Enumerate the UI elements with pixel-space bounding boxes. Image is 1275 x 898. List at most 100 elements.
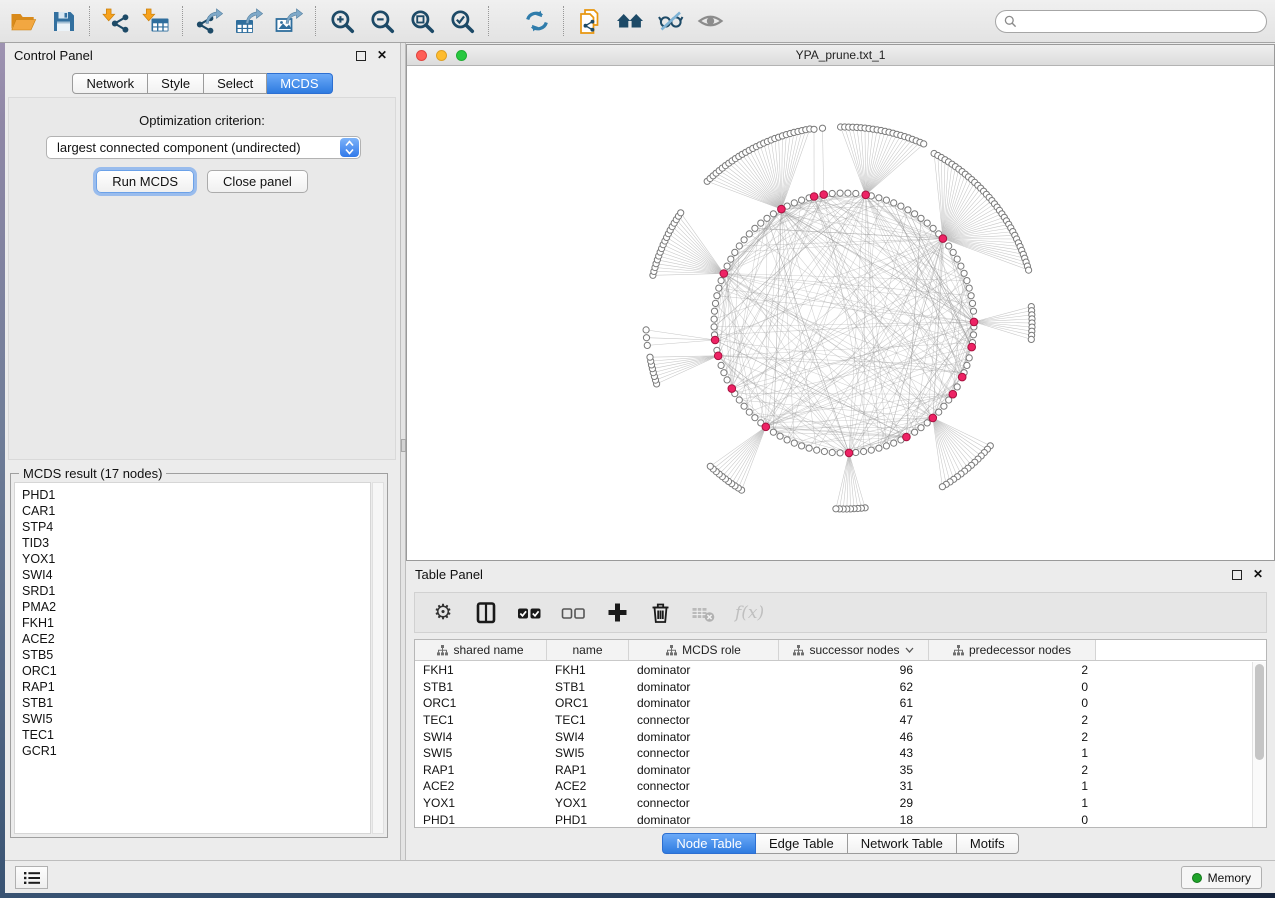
- tab-select[interactable]: Select: [204, 73, 267, 94]
- delete-table-button[interactable]: [691, 600, 716, 626]
- mcds-result-item[interactable]: TID3: [22, 535, 370, 551]
- cell-shared-name: TEC1: [415, 713, 547, 727]
- function-builder-button[interactable]: f(x): [735, 600, 764, 626]
- add-row-button[interactable]: [605, 600, 629, 626]
- memory-button[interactable]: Memory: [1181, 866, 1262, 889]
- column-header-successor-nodes[interactable]: successor nodes: [779, 640, 929, 660]
- zoom-fit-button[interactable]: [407, 6, 437, 36]
- column-header-predecessor-nodes[interactable]: predecessor nodes: [929, 640, 1096, 660]
- window-close-icon[interactable]: [416, 50, 427, 61]
- import-network-button[interactable]: [101, 6, 131, 36]
- mcds-result-item[interactable]: FKH1: [22, 615, 370, 631]
- select-all-button[interactable]: [517, 600, 542, 626]
- tab-network-table[interactable]: Network Table: [848, 833, 957, 854]
- cell-shared-name: SWI5: [415, 746, 547, 760]
- table-row[interactable]: TEC1TEC1connector472: [415, 712, 1252, 729]
- network-window-title: YPA_prune.txt_1: [796, 48, 886, 62]
- open-file-button[interactable]: [8, 6, 38, 36]
- table-row[interactable]: SWI4SWI4dominator462: [415, 728, 1252, 745]
- save-session-button[interactable]: [48, 6, 78, 36]
- mcds-result-item[interactable]: ORC1: [22, 663, 370, 679]
- table-row[interactable]: FKH1FKH1dominator962: [415, 662, 1252, 679]
- cell-shared-name: YOX1: [415, 796, 547, 810]
- control-panel-float-button[interactable]: [356, 51, 366, 61]
- dominator-node: [720, 270, 728, 278]
- show-hide-eye-icon: [697, 8, 724, 34]
- mcds-result-item[interactable]: PHD1: [22, 487, 370, 503]
- mcds-result-item[interactable]: SWI4: [22, 567, 370, 583]
- table-panel-float-button[interactable]: [1232, 570, 1242, 580]
- mcds-result-item[interactable]: CAR1: [22, 503, 370, 519]
- close-panel-button[interactable]: Close panel: [207, 170, 308, 193]
- column-header-mcds-role[interactable]: MCDS role: [629, 640, 779, 660]
- tab-network[interactable]: Network: [72, 73, 148, 94]
- window-minimize-icon[interactable]: [436, 50, 447, 61]
- zoom-selected-button[interactable]: [447, 6, 477, 36]
- table-row[interactable]: ORC1ORC1dominator610: [415, 695, 1252, 712]
- deselect-all-button[interactable]: [561, 600, 586, 626]
- tab-style[interactable]: Style: [148, 73, 204, 94]
- cell-mcds-role: connector: [629, 779, 779, 793]
- tab-mcds[interactable]: MCDS: [267, 73, 332, 94]
- zoom-out-button[interactable]: [367, 6, 397, 36]
- node-table-header: shared namenameMCDS rolesuccessor nodesp…: [415, 640, 1266, 661]
- table-row[interactable]: RAP1RAP1dominator352: [415, 762, 1252, 779]
- tab-node-table[interactable]: Node Table: [662, 833, 756, 854]
- settings-button[interactable]: ⚙: [431, 600, 455, 626]
- optimization-criterion-select[interactable]: largest connected component (undirected): [46, 136, 361, 159]
- mcds-result-item[interactable]: STP4: [22, 519, 370, 535]
- export-table-button[interactable]: [234, 6, 264, 36]
- mcds-result-item[interactable]: YOX1: [22, 551, 370, 567]
- export-image-button[interactable]: [274, 6, 304, 36]
- tab-edge-table[interactable]: Edge Table: [756, 833, 848, 854]
- mcds-result-scrollbar[interactable]: [372, 482, 384, 834]
- dominator-node: [968, 343, 976, 351]
- show-hide-eye-button[interactable]: [695, 6, 725, 36]
- scrollbar-thumb[interactable]: [1255, 664, 1264, 760]
- table-panel-close-button[interactable]: ✕: [1253, 567, 1263, 581]
- cell-predecessor-nodes: 0: [929, 680, 1096, 694]
- table-row[interactable]: ACE2ACE2connector311: [415, 778, 1252, 795]
- toggle-graphics-details-button[interactable]: [655, 6, 685, 36]
- mcds-result-item[interactable]: TEC1: [22, 727, 370, 743]
- mcds-result-item[interactable]: ACE2: [22, 631, 370, 647]
- table-row[interactable]: STB1STB1dominator620: [415, 679, 1252, 696]
- window-zoom-icon[interactable]: [456, 50, 467, 61]
- mcds-result-item[interactable]: SRD1: [22, 583, 370, 599]
- cell-name: SWI5: [547, 746, 629, 760]
- table-row[interactable]: SWI5SWI5connector431: [415, 745, 1252, 762]
- home-button[interactable]: [615, 6, 645, 36]
- mcds-result-item[interactable]: RAP1: [22, 679, 370, 695]
- mcds-result-item[interactable]: SWI5: [22, 711, 370, 727]
- search-input[interactable]: [1022, 12, 1266, 31]
- table-row[interactable]: YOX1YOX1connector291: [415, 795, 1252, 812]
- mcds-result-item[interactable]: STB1: [22, 695, 370, 711]
- run-mcds-button[interactable]: Run MCDS: [96, 170, 194, 193]
- duplicate-network-button[interactable]: [575, 6, 605, 36]
- network-window-titlebar[interactable]: YPA_prune.txt_1: [407, 45, 1274, 66]
- mcds-result-item[interactable]: STB5: [22, 647, 370, 663]
- function-builder-icon: f(x): [735, 603, 764, 623]
- tree-icon: [666, 645, 677, 656]
- tab-motifs[interactable]: Motifs: [957, 833, 1019, 854]
- refresh-button[interactable]: [522, 6, 552, 36]
- task-history-button[interactable]: [15, 866, 48, 889]
- import-table-button[interactable]: [141, 6, 171, 36]
- node-table-scrollbar[interactable]: [1252, 662, 1266, 827]
- import-table-icon: [142, 8, 171, 35]
- column-header-name[interactable]: name: [547, 640, 629, 660]
- mcds-result-item[interactable]: PMA2: [22, 599, 370, 615]
- export-network-button[interactable]: [194, 6, 224, 36]
- cell-name: TEC1: [547, 713, 629, 727]
- cell-successor-nodes: 62: [779, 680, 929, 694]
- mcds-result-item[interactable]: GCR1: [22, 743, 370, 759]
- control-panel-close-button[interactable]: ✕: [377, 48, 387, 62]
- delete-row-button[interactable]: [648, 600, 672, 626]
- column-header-shared-name[interactable]: shared name: [415, 640, 547, 660]
- table-row[interactable]: PHD1PHD1dominator180: [415, 811, 1252, 827]
- network-canvas[interactable]: [407, 67, 1274, 560]
- delete-table-icon: [691, 602, 716, 624]
- split-column-button[interactable]: [474, 600, 498, 626]
- zoom-in-button[interactable]: [327, 6, 357, 36]
- cell-mcds-role: dominator: [629, 680, 779, 694]
